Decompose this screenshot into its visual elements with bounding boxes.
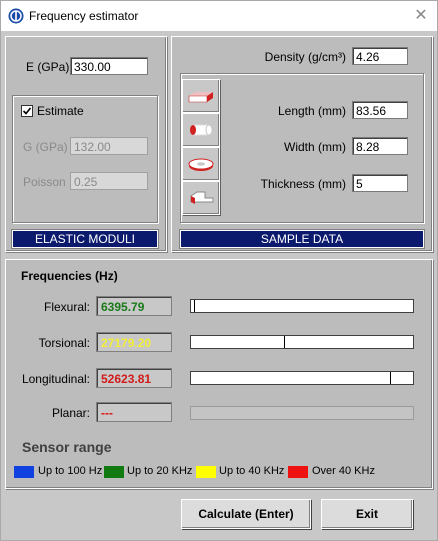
flexural-label: Flexural:: [43, 300, 90, 314]
g-label: G (GPa): [23, 140, 68, 154]
flexural-level-marker: [194, 300, 195, 312]
length-input[interactable]: 83.56: [352, 101, 408, 119]
torsional-value: 27179.20: [96, 332, 172, 352]
custom-shape-icon[interactable]: [182, 181, 220, 215]
sensor-range-title: Sensor range: [22, 439, 112, 455]
legend-swatch-100hz: [14, 466, 34, 478]
title-bar: Frequency estimator ✕: [1, 1, 437, 31]
app-logo-icon: [8, 8, 24, 24]
poisson-label: Poisson: [23, 175, 66, 189]
torsional-level-marker: [284, 336, 285, 348]
width-label: Width (mm): [284, 140, 346, 154]
disc-shape-icon[interactable]: [182, 147, 220, 181]
density-input[interactable]: 4.26: [352, 47, 408, 65]
longitudinal-value: 52623.81: [96, 368, 172, 388]
cylinder-shape-icon[interactable]: [182, 113, 220, 147]
planar-value: ---: [96, 402, 172, 422]
elastic-moduli-panel: E (GPa) 330.00 Estimate G (GPa) 132.00 P…: [5, 36, 167, 252]
length-label: Length (mm): [277, 104, 346, 118]
thickness-input[interactable]: 5: [352, 174, 408, 192]
planar-level-bar: [190, 406, 414, 420]
width-input[interactable]: 8.28: [352, 137, 408, 155]
poisson-input[interactable]: 0.25: [70, 172, 148, 190]
sample-data-header: SAMPLE DATA: [179, 229, 425, 249]
e-input[interactable]: 330.00: [70, 57, 148, 75]
legend-swatch-40khz: [196, 466, 216, 478]
longitudinal-level-marker: [390, 372, 391, 384]
calculate-button[interactable]: Calculate (Enter): [181, 499, 311, 529]
legend-label-100hz: Up to 100 Hz: [38, 465, 103, 477]
thickness-label: Thickness (mm): [260, 177, 346, 191]
density-label: Density (g/cm³): [264, 50, 346, 64]
flexural-value: 6395.79: [96, 296, 172, 316]
g-input[interactable]: 132.00: [70, 137, 148, 155]
legend-swatch-20khz: [104, 466, 124, 478]
close-icon[interactable]: ✕: [411, 7, 431, 25]
frequencies-title: Frequencies (Hz): [21, 269, 118, 283]
frequency-estimator-window: Frequency estimator ✕ E (GPa) 330.00 Est…: [0, 0, 438, 541]
estimate-checkbox[interactable]: [21, 105, 33, 117]
estimate-label: Estimate: [37, 104, 84, 118]
legend-swatch-over40khz: [288, 466, 308, 478]
flexural-level-bar: [190, 299, 414, 313]
elastic-moduli-header: ELASTIC MODULI: [11, 229, 159, 249]
exit-button[interactable]: Exit: [321, 499, 413, 529]
e-label: E (GPa): [26, 60, 70, 74]
legend-label-20khz: Up to 20 KHz: [127, 465, 193, 477]
estimate-group: [12, 95, 158, 223]
torsional-label: Torsional:: [38, 336, 90, 350]
longitudinal-label: Longitudinal:: [21, 372, 90, 386]
checkmark-icon: [22, 107, 32, 115]
sample-data-panel: Density (g/cm³) 4.26 Length (mm) 83.56 W…: [171, 36, 433, 252]
planar-label: Planar:: [51, 406, 90, 420]
legend-label-40khz: Up to 40 KHz: [219, 465, 285, 477]
torsional-level-bar: [190, 335, 414, 349]
longitudinal-level-bar: [190, 371, 414, 385]
bar-shape-icon[interactable]: [182, 79, 220, 113]
frequencies-panel: Frequencies (Hz) Flexural: 6395.79 Torsi…: [5, 259, 433, 489]
window-title: Frequency estimator: [29, 9, 139, 23]
legend-label-over40khz: Over 40 KHz: [312, 465, 375, 477]
